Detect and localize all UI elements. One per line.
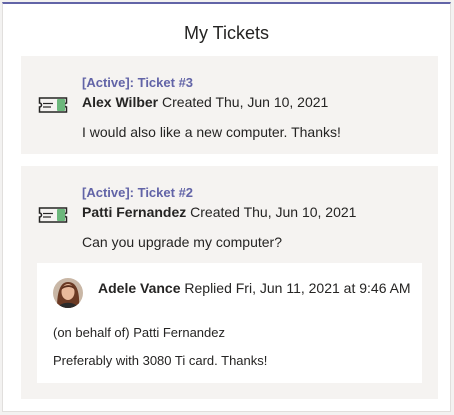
- ticket-icon: [38, 207, 68, 223]
- ticket-status: [Active]: Ticket #3: [82, 75, 194, 90]
- ticket-message: I would also like a new computer. Thanks…: [82, 124, 341, 140]
- ticket-message: Can you upgrade my computer?: [82, 234, 282, 250]
- avatar: [53, 278, 83, 308]
- my-tickets-card: My Tickets [Active]: Ticket #3 Alex Wilb…: [2, 2, 451, 412]
- reply-header: Adele Vance Replied Fri, Jun 11, 2021 at…: [98, 280, 411, 296]
- ticket-header: Alex Wilber Created Thu, Jun 10, 2021: [82, 94, 328, 110]
- ticket-author: Alex Wilber: [82, 94, 159, 110]
- ticket-card[interactable]: [Active]: Ticket #3 Alex Wilber Created …: [21, 56, 438, 154]
- ticket-header: Patti Fernandez Created Thu, Jun 10, 202…: [82, 204, 356, 220]
- ticket-card[interactable]: [Active]: Ticket #2 Patti Fernandez Crea…: [21, 166, 438, 399]
- ticket-status: [Active]: Ticket #2: [82, 185, 194, 200]
- ticket-icon: [38, 97, 68, 113]
- ticket-reply: Adele Vance Replied Fri, Jun 11, 2021 at…: [37, 263, 422, 383]
- ticket-author: Patti Fernandez: [82, 204, 187, 220]
- ticket-meta: Created Thu, Jun 10, 2021: [190, 204, 357, 220]
- reply-on-behalf: (on behalf of) Patti Fernandez: [53, 325, 225, 340]
- reply-text: Preferably with 3080 Ti card. Thanks!: [53, 353, 268, 368]
- page-title: My Tickets: [183, 23, 269, 43]
- reply-meta: Replied Fri, Jun 11, 2021 at 9:46 AM: [184, 280, 411, 296]
- reply-author: Adele Vance: [98, 280, 181, 296]
- ticket-meta: Created Thu, Jun 10, 2021: [162, 94, 329, 110]
